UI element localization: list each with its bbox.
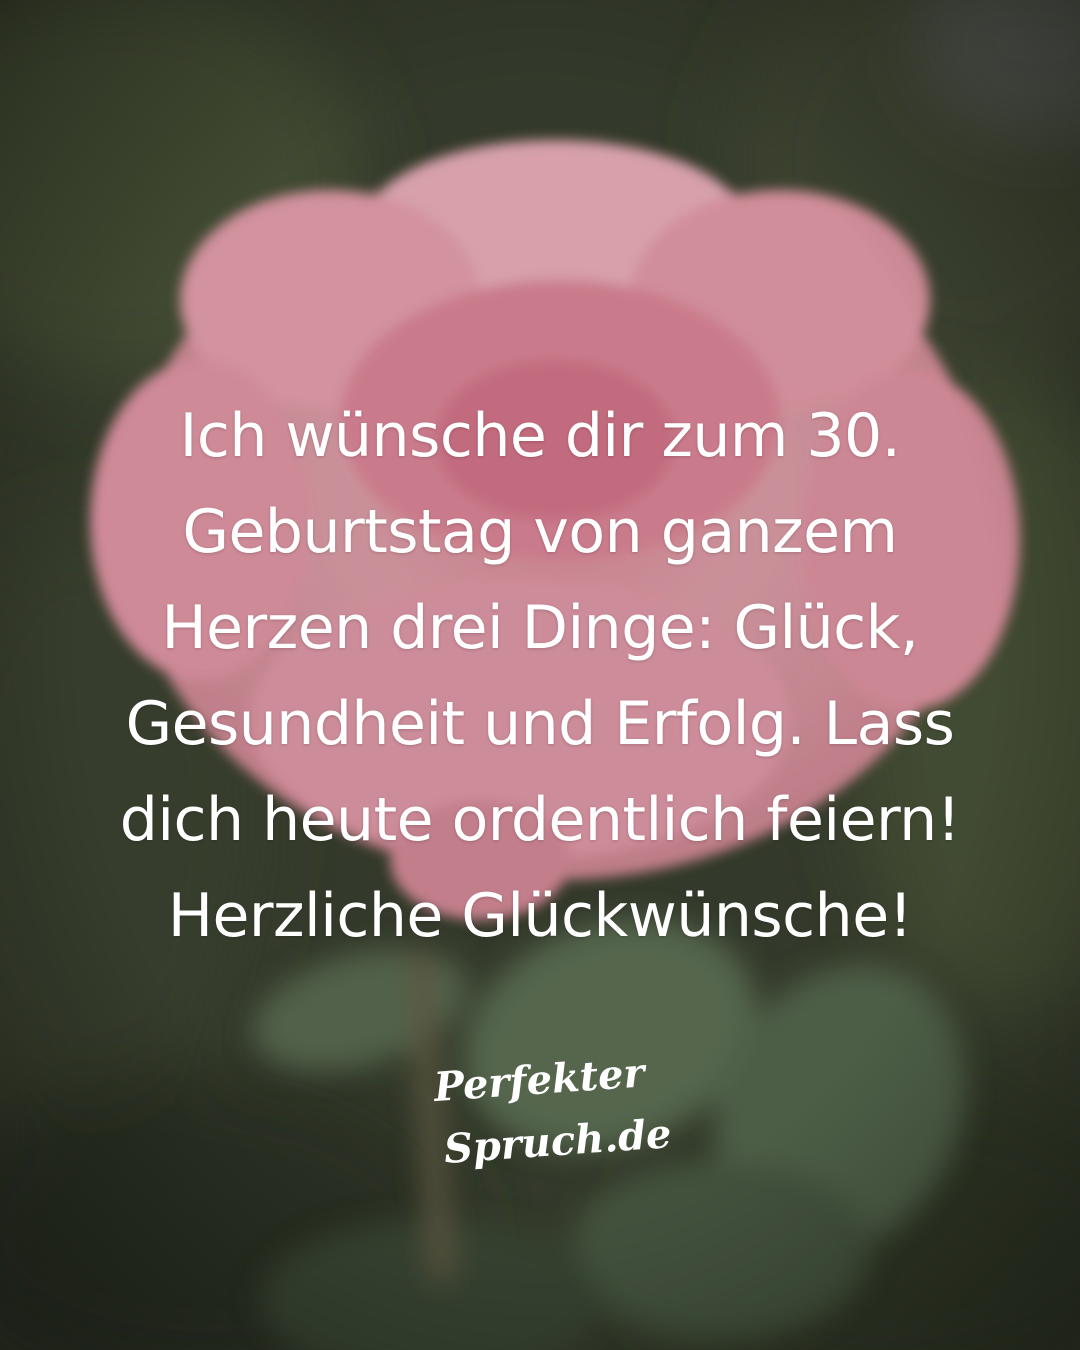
quote-line: Herzliche Glückwünsche! bbox=[167, 881, 913, 951]
brand-logo-line-2: Spruch.de bbox=[442, 1110, 673, 1173]
quote-line: Gesundheit und Erfolg. Lass bbox=[125, 689, 955, 759]
brand-logo: Perfekter Spruch.de bbox=[400, 1049, 690, 1194]
quote-line: Geburtstag von ganzem bbox=[182, 497, 898, 567]
quote-line: Herzen drei Dinge: Glück, bbox=[161, 593, 919, 663]
quote-text: Ich wünsche dir zum 30. Geburtstag von g… bbox=[60, 388, 1020, 964]
quote-line: Ich wünsche dir zum 30. bbox=[179, 401, 901, 471]
quote-line: dich heute ordentlich feiern! bbox=[119, 785, 961, 855]
